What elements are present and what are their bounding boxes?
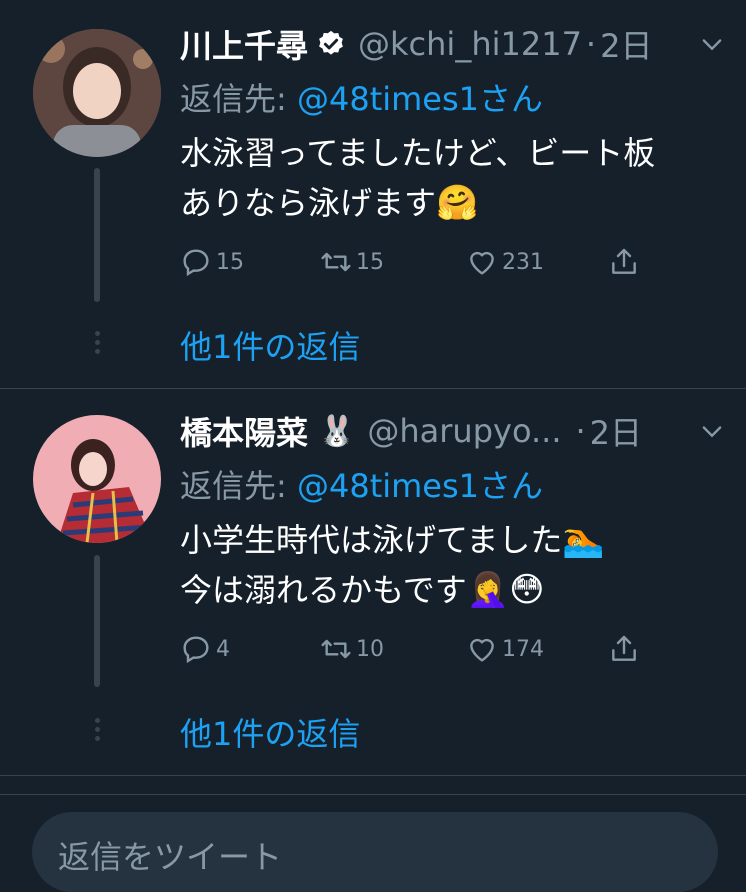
display-name[interactable]: 橋本陽菜 <box>180 408 308 454</box>
verified-badge-icon <box>319 30 343 55</box>
reply-mention[interactable]: @48times1さん <box>297 467 543 505</box>
tweet-text-line: 小学生時代は泳げてました <box>180 521 563 559</box>
reply-to-line: 返信先: @48times1さん <box>180 461 543 507</box>
reply-to-line: 返信先: @48times1さん <box>180 74 543 120</box>
more-replies-dots <box>93 718 101 741</box>
tweet-text-line: 水泳習ってましたけど、ビート板 <box>180 134 656 172</box>
handle[interactable]: @harupyo... <box>367 412 561 450</box>
tweet-actions: 4 10 174 <box>180 629 650 669</box>
timestamp[interactable]: 2日 <box>600 21 652 67</box>
composer-placeholder[interactable]: 返信をツイート <box>58 832 282 878</box>
like-button[interactable]: 231 <box>466 242 544 282</box>
more-replies-dots <box>93 331 101 354</box>
avatar[interactable] <box>33 415 161 543</box>
tweet-item[interactable]: 川上千尋 @kchi_hi1217 · 2日 返信先: @48times1さん … <box>0 0 746 389</box>
reply-icon <box>183 636 209 664</box>
composer-divider <box>0 794 746 795</box>
tweet-text-line: 今は溺れるかもです <box>180 571 467 609</box>
reply-button[interactable]: 15 <box>180 242 244 282</box>
reply-count: 4 <box>216 636 230 662</box>
swimmer-emoji: 🏊 <box>562 520 605 560</box>
retweet-icon <box>321 252 351 272</box>
avatar[interactable] <box>33 29 161 157</box>
retweet-count: 15 <box>356 249 384 275</box>
retweet-button[interactable]: 10 <box>320 629 384 669</box>
chevron-down-icon[interactable] <box>698 30 726 58</box>
share-icon <box>612 635 636 661</box>
like-count: 174 <box>502 636 544 662</box>
tweet-actions: 15 15 231 <box>180 242 650 282</box>
display-name[interactable]: 川上千尋 <box>180 21 308 67</box>
retweet-button[interactable]: 15 <box>320 242 384 282</box>
like-count: 231 <box>502 249 544 275</box>
retweet-icon <box>321 639 351 659</box>
tweet-header: 川上千尋 @kchi_hi1217 · 2日 <box>180 22 726 66</box>
share-icon <box>612 248 636 274</box>
share-button[interactable] <box>608 242 640 282</box>
tweet-text: 水泳習ってましたけど、ビート板 ありなら泳げます🤗 <box>180 128 722 228</box>
reply-composer[interactable]: 返信をツイート <box>32 812 718 892</box>
separator: · <box>575 412 586 450</box>
reply-prefix: 返信先: <box>180 467 297 505</box>
separator: · <box>585 25 597 63</box>
like-button[interactable]: 174 <box>466 629 544 669</box>
reply-button[interactable]: 4 <box>180 629 230 669</box>
share-button[interactable] <box>608 629 640 669</box>
thread-line <box>94 555 100 687</box>
handle[interactable]: @kchi_hi1217 <box>358 25 582 63</box>
reply-count: 15 <box>216 249 244 275</box>
facepalm-flushed-emoji: 🤦‍♀️😳 <box>466 570 545 610</box>
reply-mention[interactable]: @48times1さん <box>297 80 543 118</box>
show-more-replies-link[interactable]: 他1件の返信 <box>180 709 360 755</box>
like-icon <box>470 638 494 662</box>
reply-icon <box>183 249 209 277</box>
reply-prefix: 返信先: <box>180 80 297 118</box>
retweet-count: 10 <box>356 636 384 662</box>
like-icon <box>470 251 494 275</box>
rabbit-emoji: 🐰 <box>318 413 356 449</box>
tweet-header: 橋本陽菜 🐰 @harupyo... · 2日 <box>180 409 726 453</box>
timestamp[interactable]: 2日 <box>590 408 642 454</box>
thread-line <box>94 168 100 302</box>
tweet-text: 小学生時代は泳げてました🏊 今は溺れるかもです🤦‍♀️😳 <box>180 515 722 615</box>
tweet-item[interactable]: 橋本陽菜 🐰 @harupyo... · 2日 返信先: @48times1さん… <box>0 389 746 776</box>
chevron-down-icon[interactable] <box>698 417 726 445</box>
show-more-replies-link[interactable]: 他1件の返信 <box>180 322 360 368</box>
hugging-emoji: 🤗 <box>436 183 479 223</box>
tweet-text-line: ありなら泳げます <box>180 184 437 222</box>
